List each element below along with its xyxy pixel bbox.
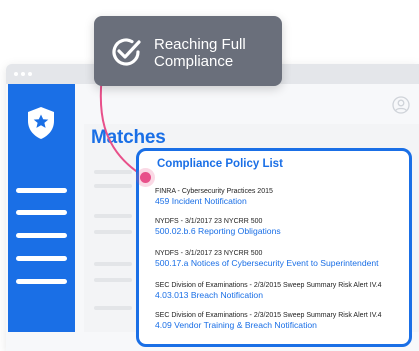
callout-line-1: Reaching Full [154, 36, 246, 53]
placeholder-line [94, 230, 132, 234]
compliance-callout: Reaching Full Compliance [94, 16, 282, 86]
policy-source: FINRA - Cybersecurity Practices 2015 [155, 188, 273, 195]
policy-link[interactable]: 500.17.a Notices of Cybersecurity Event … [155, 258, 411, 269]
sidebar-item[interactable] [16, 188, 67, 193]
shield-star-icon[interactable] [26, 106, 56, 140]
policy-item: NYDFS - 3/1/2017 23 NYCRR 500 500.17.a N… [155, 249, 411, 269]
placeholder-line [94, 170, 132, 174]
window-dot[interactable] [28, 72, 32, 76]
policy-item: NYDFS - 3/1/2017 23 NYCRR 500 500.02.b.6… [155, 217, 411, 237]
window-dot[interactable] [21, 72, 25, 76]
policy-item: FINRA - Cybersecurity Practices 2015 459… [155, 187, 411, 207]
policy-link[interactable]: 500.02.b.6 Reporting Obligations [155, 226, 411, 237]
policy-source: NYDFS - 3/1/2017 23 NYCRR 500 [155, 218, 263, 225]
connector-dot [140, 172, 151, 183]
policy-item: SEC Division of Examinations - 2/3/2015 … [155, 281, 411, 301]
callout-text: Reaching Full Compliance [154, 36, 246, 70]
policy-link[interactable]: 4.03.013 Breach Notification [155, 290, 411, 301]
placeholder-line [94, 262, 132, 266]
policy-link[interactable]: 459 Incident Notification [155, 196, 411, 207]
sidebar-item[interactable] [16, 279, 67, 284]
user-avatar-icon[interactable] [392, 96, 410, 114]
policy-item: SEC Division of Examinations - 2/3/2015 … [155, 311, 411, 331]
sidebar-item[interactable] [16, 256, 67, 261]
sidebar [8, 84, 75, 332]
window-dot[interactable] [14, 72, 18, 76]
callout-line-2: Compliance [154, 53, 234, 70]
placeholder-line [94, 184, 132, 188]
sidebar-item[interactable] [16, 210, 67, 215]
placeholder-line [94, 278, 132, 282]
card-title: Compliance Policy List [157, 158, 283, 170]
policy-source: SEC Division of Examinations - 2/3/2015 … [155, 282, 382, 289]
sidebar-item[interactable] [16, 233, 67, 238]
compliance-policy-card: Compliance Policy List FINRA - Cybersecu… [136, 148, 412, 347]
page-title: Matches [91, 127, 166, 148]
placeholder-line [94, 214, 132, 218]
placeholder-line [94, 306, 132, 310]
policy-link[interactable]: 4.09 Vendor Training & Breach Notificati… [155, 320, 411, 331]
check-badge-icon [108, 34, 144, 70]
policy-source: NYDFS - 3/1/2017 23 NYCRR 500 [155, 250, 263, 257]
policy-source: SEC Division of Examinations - 2/3/2015 … [155, 312, 382, 319]
